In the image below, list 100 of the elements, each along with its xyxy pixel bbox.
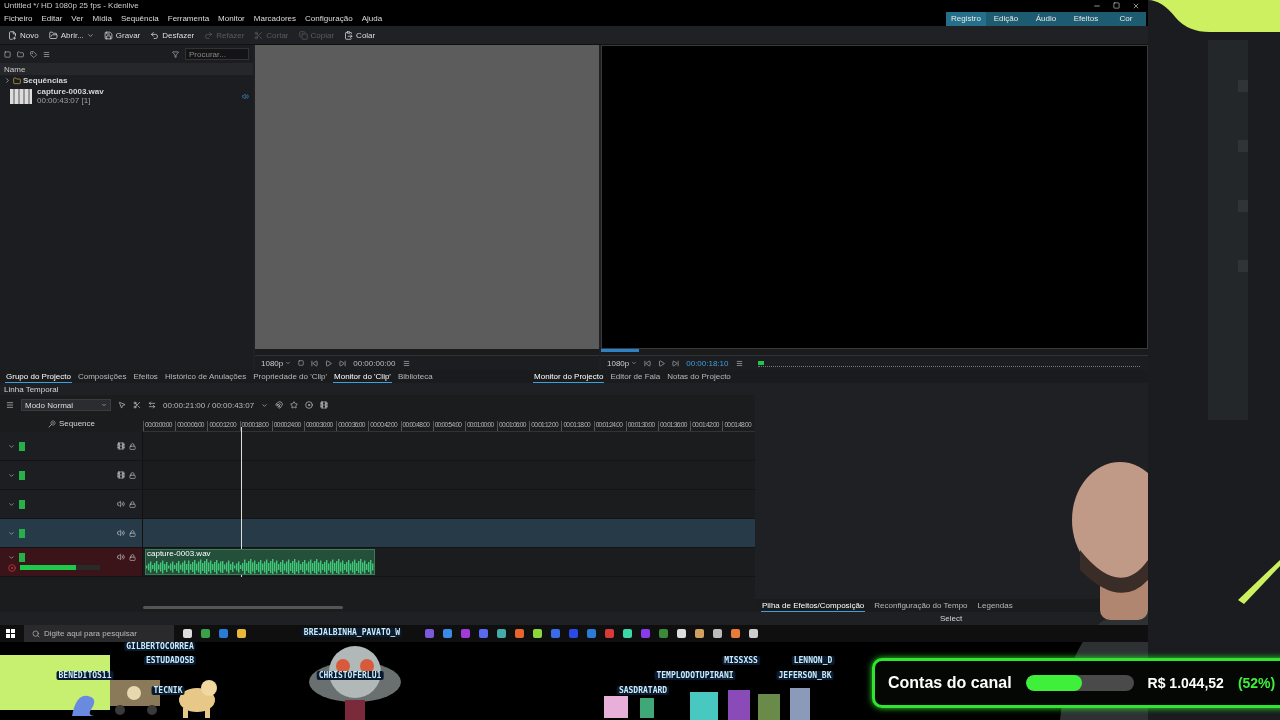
timecode-field[interactable]: 00:00:00:00 [353,358,396,368]
magnet-icon[interactable] [275,401,284,409]
speaker-icon[interactable] [117,529,125,537]
track-target[interactable] [19,528,25,538]
filter-icon[interactable] [172,50,179,58]
collapse-icon[interactable] [8,500,15,508]
caret-icon [631,360,638,366]
skip-back-icon[interactable] [644,359,652,367]
layout-tab[interactable]: Áudio [1026,11,1066,26]
dock-tab[interactable]: Composições [76,370,128,383]
dock-tab[interactable]: Grupo do Projecto [5,370,72,383]
menu-item[interactable]: Ficheiro [4,14,33,23]
timecode-field[interactable]: 00:00:18:10 [686,358,729,368]
layout-tab[interactable]: Efeitos [1066,11,1106,26]
lock-icon[interactable] [129,529,136,537]
track-target[interactable] [19,470,25,480]
dock-tab[interactable]: Histórico de Anulações [163,370,248,383]
menu-item[interactable]: Monitor [218,14,245,23]
folder-icon[interactable] [17,50,24,58]
record-icon[interactable] [8,563,16,572]
close-icon[interactable] [1132,1,1140,10]
scrollbar[interactable] [143,606,343,609]
track-target[interactable] [19,441,25,451]
swap-icon[interactable] [148,401,156,409]
dock-tab[interactable]: Monitor do Projecto [533,370,605,383]
menu-item[interactable]: Ver [71,14,84,23]
scissors-icon[interactable] [133,401,141,409]
toolbar-button[interactable]: Gravar [103,30,141,40]
resolution-select[interactable]: 1080p [607,358,638,368]
layout-tab[interactable]: Edição [986,11,1026,26]
chatter-name: TEMPLODOTUPIRANI [654,671,736,680]
collapse-icon[interactable] [8,529,15,537]
lock-icon[interactable] [129,500,136,508]
skip-forward-icon[interactable] [339,359,347,367]
speaker-icon[interactable] [117,553,125,561]
film-icon[interactable] [117,471,125,479]
play-icon[interactable] [325,359,333,367]
dock-tab[interactable]: Propriedade do 'Clip' [252,370,329,383]
toolbar-button[interactable]: Abrir... [48,30,94,40]
dock-tab[interactable]: Monitor do 'Clip' [333,370,392,383]
collapse-icon[interactable] [8,442,15,450]
timecode-field[interactable]: 00:00:21:00 / 00:00:43:07 [163,400,255,410]
caret-icon[interactable] [261,401,269,409]
lock-icon[interactable] [129,471,136,479]
chatter-name: CHRISTOFERLU1 [316,671,384,680]
mode-select[interactable]: Modo Normal [21,399,111,411]
chatter-name: ESTUDADOSB [143,656,197,665]
film-icon[interactable] [320,401,329,409]
film-icon[interactable] [117,442,125,450]
menu-icon[interactable] [735,359,743,367]
skip-forward-icon[interactable] [672,359,680,367]
dock-tab[interactable]: Editor de Fala [609,370,662,383]
menu-item[interactable]: Sequência [120,14,159,23]
play-icon[interactable] [658,359,666,367]
menu-item[interactable]: Ajuda [361,14,383,23]
toolbar-button[interactable]: Novo [8,30,39,40]
dock-tab[interactable]: Biblioteca [396,370,434,383]
search-field[interactable]: Procurar... [185,48,249,60]
tag-icon[interactable] [30,50,37,58]
sequence-label: Sequence [59,419,95,428]
star-icon[interactable] [290,401,299,409]
menu-item[interactable]: Ferramenta [167,14,210,23]
undo-icon [150,30,160,40]
lock-icon[interactable] [129,442,136,450]
toolbar-button[interactable]: Desfazer [150,30,195,40]
menu-icon[interactable] [43,50,50,58]
skip-back-icon[interactable] [311,359,319,367]
record-level-meter[interactable] [20,565,100,570]
lock-icon[interactable] [129,553,136,561]
collapse-icon[interactable] [8,553,15,561]
track-target[interactable] [19,552,25,562]
layout-tab[interactable]: Registro [946,11,986,26]
pointer-icon[interactable] [118,401,126,409]
dock-tab[interactable]: Reconfiguração do Tempo [873,599,969,612]
menu-icon[interactable] [6,401,14,409]
menu-item[interactable]: Editar [41,14,63,23]
caret-icon [86,31,94,39]
resolution-select[interactable]: 1080p [261,358,292,368]
menu-item[interactable]: Configuração [305,14,353,23]
taskbar-search-field[interactable]: Digite aqui para pesquisar [24,625,174,642]
menu-icon[interactable] [402,359,410,367]
chatter-name: BREJALBINHA_PAVATO_W [301,628,403,637]
menu-item[interactable]: Mídia [92,14,112,23]
track-target[interactable] [19,499,25,509]
folder-name[interactable]: Sequências [23,76,68,85]
dock-tab[interactable]: Notas do Projecto [666,370,732,383]
dock-tab[interactable]: Efeitos [132,370,159,383]
maximize-icon[interactable] [1113,1,1120,10]
audio-clip[interactable]: capture-0003.wav [145,549,375,575]
speaker-icon[interactable] [117,500,125,508]
collapse-icon[interactable] [8,471,15,479]
clip-name[interactable]: capture-0003.wav [37,87,104,96]
layout-tab[interactable]: Cor [1106,11,1146,26]
fullscreen-icon[interactable] [298,360,305,366]
toolbar-button[interactable]: Colar [344,30,376,40]
dock-tab[interactable]: Legendas [976,599,1014,612]
menu-item[interactable]: Marcadores [253,14,297,23]
start-icon[interactable] [6,629,15,638]
record-icon[interactable] [305,401,314,409]
dock-tab[interactable]: Pilha de Efeitos/Composição [761,599,866,612]
